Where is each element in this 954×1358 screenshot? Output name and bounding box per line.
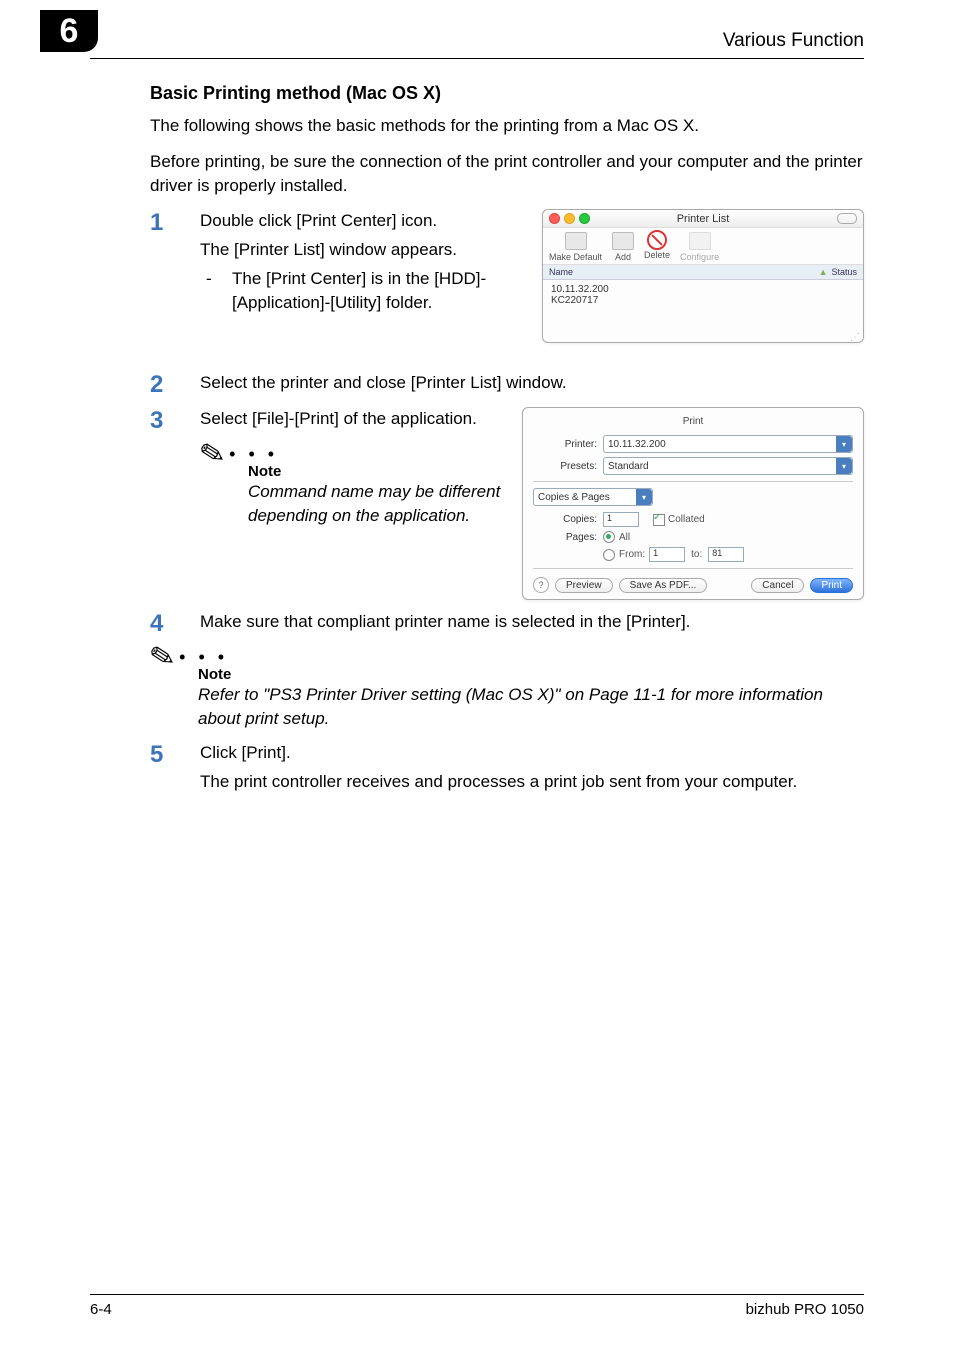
- close-icon[interactable]: [549, 213, 560, 224]
- copies-label: Copies:: [533, 514, 603, 525]
- step-5-subtext: The print controller receives and proces…: [200, 770, 864, 795]
- help-icon[interactable]: ?: [533, 577, 549, 593]
- dropdown-arrow-icon: ▾: [636, 489, 652, 505]
- printer-list-row[interactable]: KC220717: [551, 295, 855, 306]
- step-number: 3: [150, 407, 200, 433]
- step-number: 1: [150, 209, 200, 316]
- chapter-number-tab: 6: [40, 10, 98, 52]
- pages-from-radio[interactable]: [603, 549, 615, 561]
- delete-button[interactable]: Delete: [644, 250, 670, 260]
- note-dots-icon: • • •: [179, 647, 228, 668]
- intro-paragraph-1: The following shows the basic methods fo…: [150, 114, 864, 138]
- minimize-icon[interactable]: [564, 213, 575, 224]
- pages-from-label: From:: [619, 549, 645, 560]
- step-2-text: Select the printer and close [Printer Li…: [200, 371, 864, 397]
- section-title: Basic Printing method (Mac OS X): [150, 83, 864, 104]
- step-1-subtext: The [Printer List] window appears.: [200, 238, 530, 263]
- note-dots-icon: • • •: [229, 444, 278, 465]
- cancel-button[interactable]: Cancel: [751, 578, 804, 593]
- delete-icon: [647, 232, 667, 248]
- save-as-pdf-button[interactable]: Save As PDF...: [619, 578, 708, 593]
- printer-select[interactable]: 10.11.32.200 ▾: [603, 435, 853, 453]
- presets-select[interactable]: Standard ▾: [603, 457, 853, 475]
- note-pencil-icon: ✎: [148, 644, 178, 673]
- pages-to-label: to:: [685, 549, 708, 560]
- step-5-text: Click [Print].: [200, 741, 864, 766]
- configure-icon: [689, 232, 711, 250]
- column-header-status[interactable]: Status: [831, 267, 857, 277]
- step-1-text: Double click [Print Center] icon.: [200, 209, 530, 234]
- window-title: Printer List: [543, 213, 863, 225]
- printer-list-window: Printer List Make Default Add Delete: [542, 209, 864, 343]
- step-3-text: Select [File]-[Print] of the application…: [200, 407, 510, 433]
- zoom-icon[interactable]: [579, 213, 590, 224]
- page-number: 6-4: [90, 1301, 112, 1318]
- sort-indicator-icon: ▲: [819, 267, 828, 277]
- note-2-text: Refer to "PS3 Printer Driver setting (Ma…: [198, 683, 864, 731]
- bullet-dash: -: [200, 267, 232, 316]
- step-1-bullet: The [Print Center] is in the [HDD]-[Appl…: [232, 267, 530, 316]
- configure-button: Configure: [680, 252, 719, 262]
- collated-checkbox[interactable]: [653, 514, 665, 526]
- column-header-name[interactable]: Name: [549, 267, 819, 277]
- pages-all-radio[interactable]: [603, 531, 615, 543]
- step-number: 2: [150, 371, 200, 397]
- intro-paragraph-2: Before printing, be sure the connection …: [150, 150, 864, 198]
- pages-to-input[interactable]: 81: [708, 547, 744, 562]
- print-dialog-window: Print Printer: 10.11.32.200 ▾ Presets: S…: [522, 407, 864, 600]
- preview-button[interactable]: Preview: [555, 578, 613, 593]
- dropdown-arrow-icon: ▾: [836, 458, 852, 474]
- resize-grip-icon[interactable]: ⋰: [543, 334, 863, 342]
- header-title: Various Function: [723, 30, 864, 52]
- presets-label: Presets:: [533, 461, 603, 472]
- pages-from-input[interactable]: 1: [649, 547, 685, 562]
- make-default-button[interactable]: Make Default: [549, 252, 602, 262]
- print-dialog-title: Print: [533, 416, 853, 427]
- print-button[interactable]: Print: [810, 578, 853, 593]
- toolbar-toggle-icon[interactable]: [837, 213, 857, 224]
- add-button[interactable]: Add: [615, 252, 631, 262]
- printer-select-value: 10.11.32.200: [608, 439, 666, 450]
- printer-list-row[interactable]: 10.11.32.200: [551, 284, 855, 295]
- collated-label: Collated: [668, 514, 705, 525]
- note-label: Note: [198, 666, 864, 683]
- panel-select[interactable]: Copies & Pages ▾: [533, 488, 653, 506]
- note-pencil-icon: ✎: [198, 441, 228, 470]
- product-name: bizhub PRO 1050: [746, 1301, 864, 1318]
- panel-select-value: Copies & Pages: [538, 492, 610, 503]
- copies-input[interactable]: 1: [603, 512, 639, 527]
- presets-select-value: Standard: [608, 461, 649, 472]
- step-number: 5: [150, 741, 200, 794]
- printer-add-icon: [612, 232, 634, 250]
- pages-all-label: All: [619, 532, 630, 543]
- step-number: 4: [150, 610, 200, 636]
- step-4-text: Make sure that compliant printer name is…: [200, 610, 864, 636]
- printer-label: Printer:: [533, 439, 603, 450]
- dropdown-arrow-icon: ▾: [836, 436, 852, 452]
- pages-label: Pages:: [533, 532, 603, 543]
- printer-icon: [565, 232, 587, 250]
